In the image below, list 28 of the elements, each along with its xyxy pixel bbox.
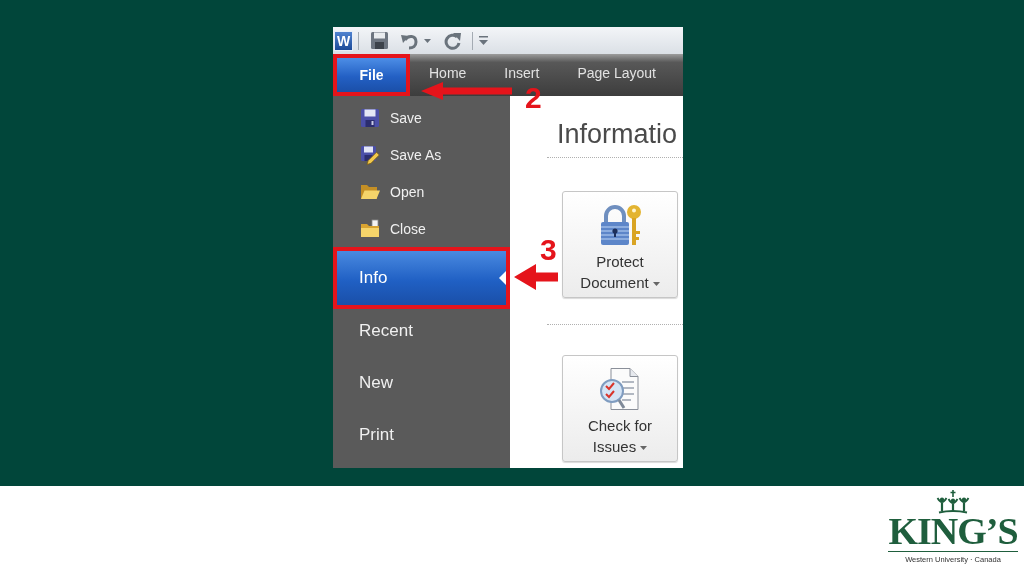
ribbon-tab[interactable]: Insert: [485, 64, 559, 82]
backstage-menu-item[interactable]: Save As: [333, 136, 510, 173]
redo-icon[interactable]: [444, 31, 462, 50]
caret-icon[interactable]: [424, 38, 431, 43]
logo-wordmark: KING’S: [888, 514, 1018, 548]
callout-arrow: [514, 264, 558, 290]
ribbon-tab[interactable]: Home: [410, 64, 486, 82]
padlock-key-icon: [598, 203, 642, 247]
app-icon[interactable]: W: [334, 30, 353, 51]
info-action-button[interactable]: Protect Document: [562, 191, 678, 298]
backstage-menu-item[interactable]: Close: [333, 210, 510, 247]
checklist-document-icon: [598, 367, 642, 411]
backstage-menu-item[interactable]: Info: [333, 247, 510, 309]
ribbon-tab[interactable]: File: [333, 54, 410, 96]
backstage-menu-item[interactable]: Print: [333, 413, 510, 465]
floppy-pencil-icon: [360, 144, 380, 165]
crown-icon: [935, 490, 971, 514]
backstage-menu-item[interactable]: New: [333, 361, 510, 413]
backstage-menu-item[interactable]: Save: [333, 99, 510, 136]
ribbon-tab[interactable]: Page Layout: [558, 64, 675, 82]
backstage-menu-item[interactable]: Recent: [333, 309, 510, 361]
backstage-menu-item[interactable]: Open: [333, 173, 510, 210]
folder-icon: [360, 218, 380, 239]
customize-caret-icon[interactable]: [479, 35, 488, 46]
info-action-button[interactable]: Check for Issues: [562, 355, 678, 462]
step-number: 3: [540, 238, 557, 262]
pane-title: Informatio: [557, 118, 678, 150]
pointer-icon: [499, 271, 506, 285]
